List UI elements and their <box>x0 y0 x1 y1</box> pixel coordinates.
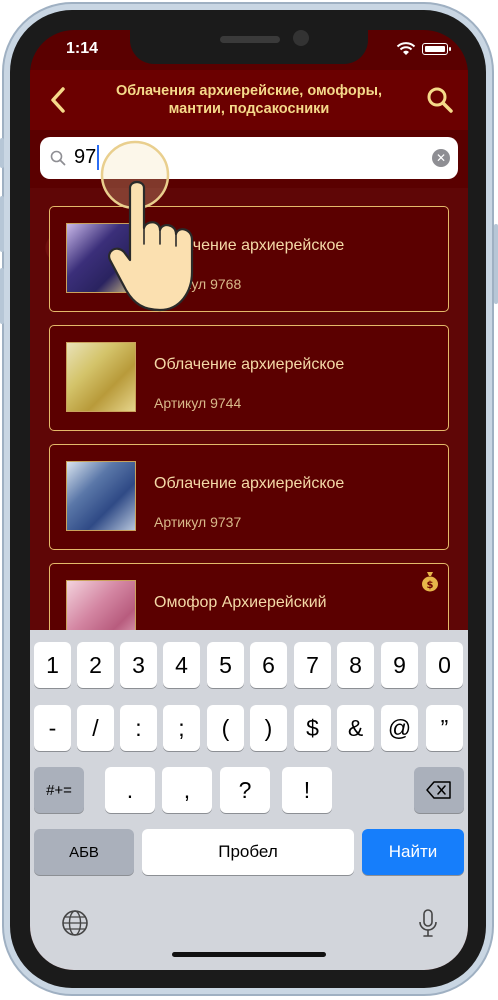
power-button <box>494 224 498 304</box>
key-9[interactable]: 9 <box>381 642 418 688</box>
backspace-icon <box>426 781 451 799</box>
key-8[interactable]: 8 <box>337 642 374 688</box>
product-thumbnail <box>66 342 136 412</box>
clear-search-button[interactable]: ✕ <box>432 149 450 167</box>
magnifier-icon <box>50 150 66 166</box>
key-0[interactable]: 0 <box>426 642 463 688</box>
key-4[interactable]: 4 <box>163 642 200 688</box>
key-7[interactable]: 7 <box>294 642 331 688</box>
key-5[interactable]: 5 <box>207 642 244 688</box>
volume-up-button <box>0 196 4 252</box>
product-sku: Артикул 9737 <box>154 514 242 530</box>
home-indicator <box>172 952 326 957</box>
key-quote[interactable]: ” <box>426 705 463 751</box>
key-period[interactable]: . <box>105 767 155 813</box>
key-semicolon[interactable]: ; <box>163 705 200 751</box>
microphone-icon[interactable] <box>418 908 438 940</box>
svg-text:$: $ <box>427 580 434 591</box>
product-card[interactable]: Облачение архиерейское Артикул 9744 <box>49 325 449 431</box>
key-2[interactable]: 2 <box>77 642 114 688</box>
battery-icon <box>422 43 451 55</box>
keyboard: 1 2 3 4 5 6 7 8 9 0 - / : ; ( ) $ & @ ” … <box>30 630 468 970</box>
status-time: 1:14 <box>66 40 99 57</box>
key-colon[interactable]: : <box>120 705 157 751</box>
key-question[interactable]: ? <box>220 767 270 813</box>
product-card[interactable]: Облачение архиерейское Артикул 9737 <box>49 444 449 550</box>
key-dollar[interactable]: $ <box>294 705 331 751</box>
key-open-paren[interactable]: ( <box>207 705 244 751</box>
key-exclamation[interactable]: ! <box>282 767 332 813</box>
navigation-bar: Облачения архиерейские, омофоры, мантии,… <box>30 70 468 130</box>
key-comma[interactable]: , <box>162 767 212 813</box>
key-at[interactable]: @ <box>381 705 418 751</box>
text-caret <box>97 145 99 170</box>
search-query: 97 <box>74 146 97 168</box>
speaker-grille <box>220 36 280 43</box>
search-go-button[interactable]: Найти <box>362 829 464 875</box>
product-title: Облачение архиерейское <box>154 356 345 373</box>
globe-icon[interactable] <box>60 908 90 938</box>
notch <box>130 30 368 64</box>
screen: 1:14 Облачения архиерейские, омофоры, ма… <box>30 30 468 970</box>
product-title: Омофор Архиерейский <box>154 594 327 611</box>
page-title: Облачения архиерейские, омофоры, мантии,… <box>115 83 383 117</box>
money-bag-icon: $ <box>422 572 438 592</box>
key-close-paren[interactable]: ) <box>250 705 287 751</box>
product-sku: Артикул 9744 <box>154 395 242 411</box>
back-button[interactable] <box>48 86 70 114</box>
key-3[interactable]: 3 <box>120 642 157 688</box>
product-title: Облачение архиерейское <box>154 475 345 492</box>
key-slash[interactable]: / <box>77 705 114 751</box>
mute-switch <box>0 138 4 168</box>
product-list: Облачение архиерейское Артикул 9768 Обла… <box>30 188 468 650</box>
search-bar: 97 ✕ <box>30 130 468 188</box>
tap-hand-icon <box>100 140 194 312</box>
search-icon[interactable] <box>426 86 454 114</box>
wifi-icon <box>396 42 416 55</box>
front-camera <box>293 30 309 46</box>
space-key[interactable]: Пробел <box>142 829 354 875</box>
key-6[interactable]: 6 <box>250 642 287 688</box>
key-dash[interactable]: - <box>34 705 71 751</box>
key-1[interactable]: 1 <box>34 642 71 688</box>
key-alphabet[interactable]: АБВ <box>34 829 134 875</box>
key-ampersand[interactable]: & <box>337 705 374 751</box>
key-more-symbols[interactable]: #+= <box>34 767 84 813</box>
volume-down-button <box>0 268 4 324</box>
product-thumbnail <box>66 461 136 531</box>
backspace-key[interactable] <box>414 767 464 813</box>
